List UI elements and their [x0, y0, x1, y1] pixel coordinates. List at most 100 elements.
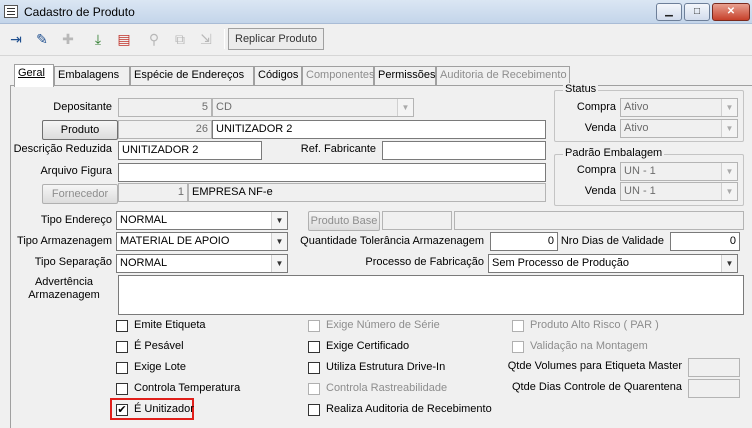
chevron-down-icon: ▼ [397, 99, 413, 116]
delete-record-icon[interactable]: ▤ [112, 27, 136, 51]
checkbox-label: Exige Número de Série [326, 319, 440, 331]
exit-door-icon[interactable]: ⇥ [4, 27, 28, 51]
copy-record-icon[interactable]: ⧉ [168, 27, 192, 51]
tipo-separacao-value: NORMAL [120, 257, 168, 269]
chevron-down-icon: ▼ [271, 212, 287, 229]
ref-fabricante-input[interactable] [382, 141, 546, 160]
checkbox-box[interactable] [116, 341, 128, 353]
depositante-code: 5 [118, 98, 212, 117]
qtde-dias-quarentena-label: Qtde Dias Controle de Quarentena [512, 381, 682, 393]
fornecedor-name: EMPRESA NF-e [188, 183, 546, 202]
checkbox-box[interactable] [116, 320, 128, 332]
maximize-button[interactable]: □ [684, 3, 710, 21]
tab-auditoria-recebimento[interactable]: Auditoria de Recebimento [436, 66, 570, 86]
checkbox-box[interactable] [512, 341, 524, 353]
status-venda-select[interactable]: Ativo ▼ [620, 119, 738, 138]
checkbox-box[interactable] [308, 383, 320, 395]
checkbox-box[interactable]: ✔ [116, 404, 128, 416]
chevron-down-icon: ▼ [271, 255, 287, 272]
arquivo-figura-input[interactable] [118, 163, 546, 182]
tipo-armazenagem-select[interactable]: MATERIAL DE APOIO ▼ [116, 232, 288, 251]
checkbox-box[interactable] [308, 362, 320, 374]
embalagem-venda-label: Venda [584, 185, 616, 197]
checkbox-label: É Pesável [134, 340, 184, 352]
padrao-embalagem-title: Padrão Embalagem [563, 147, 665, 159]
checkbox-box[interactable] [116, 383, 128, 395]
checkbox-box[interactable] [512, 320, 524, 332]
checkbox-label: Exige Certificado [326, 340, 410, 352]
status-compra-select[interactable]: Ativo ▼ [620, 98, 738, 117]
tab-especie-enderecos[interactable]: Espécie de Endereços [130, 66, 254, 86]
produto-base-name [454, 211, 744, 230]
depositante-select[interactable]: CD ▼ [212, 98, 414, 117]
processo-fabricacao-select[interactable]: Sem Processo de Produção ▼ [488, 254, 738, 273]
import-icon[interactable]: ⇲ [194, 27, 218, 51]
binoculars-icon[interactable]: ⚲ [142, 27, 166, 51]
minimize-button[interactable]: ▁ [656, 3, 682, 21]
qtd-tolerancia-input[interactable]: 0 [490, 232, 558, 251]
checkbox-box[interactable] [308, 320, 320, 332]
form-app-icon [4, 5, 18, 18]
add-record-icon[interactable]: ✚ [56, 27, 80, 51]
embalagem-venda-select[interactable]: UN - 1 ▼ [620, 182, 738, 201]
toolbar-separator [224, 29, 225, 49]
processo-fabricacao-label: Processo de Fabricação [365, 256, 484, 268]
chevron-down-icon: ▼ [721, 183, 737, 200]
fornecedor-button[interactable]: Fornecedor [42, 184, 118, 204]
nro-dias-validade-input[interactable]: 0 [670, 232, 740, 251]
checkbox-box[interactable] [116, 362, 128, 374]
checkbox-box[interactable] [308, 404, 320, 416]
eraser-icon[interactable]: ✎ [30, 27, 54, 51]
produto-base-button[interactable]: Produto Base [308, 211, 380, 231]
status-compra-label: Compra [576, 101, 616, 113]
status-venda-value: Ativo [624, 122, 649, 134]
descricao-reduzida-label: Descrição Reduzida [13, 143, 112, 155]
title-bar: Cadastro de Produto ▁ □ ✕ [0, 0, 752, 24]
embalagem-compra-label: Compra [576, 164, 616, 176]
embalagem-compra-select[interactable]: UN - 1 ▼ [620, 162, 738, 181]
fornecedor-code: 1 [118, 183, 188, 202]
checkbox-label: É Unitizador [134, 403, 194, 415]
tab-geral[interactable]: Geral [14, 64, 54, 87]
checkbox-label: Realiza Auditoria de Recebimento [326, 403, 492, 415]
chevron-down-icon: ▼ [721, 255, 737, 272]
descricao-reduzida-input[interactable]: UNITIZADOR 2 [118, 141, 262, 160]
checkbox-label: Validação na Montagem [530, 340, 648, 352]
advertencia-label-line2: Armazenagem [28, 289, 100, 301]
chevron-down-icon: ▼ [721, 120, 737, 137]
qtde-volumes-input[interactable] [688, 358, 740, 377]
processo-fabricacao-value: Sem Processo de Produção [492, 257, 629, 269]
produto-name[interactable]: UNITIZADOR 2 [212, 120, 546, 139]
replicar-produto-button[interactable]: Replicar Produto [228, 28, 324, 50]
checkbox-label: Produto Alto Risco ( PAR ) [530, 319, 659, 331]
status-venda-label: Venda [584, 122, 616, 134]
tipo-endereco-select[interactable]: NORMAL ▼ [116, 211, 288, 230]
tab-permissoes[interactable]: Permissões [374, 66, 436, 86]
produto-base-code [382, 211, 452, 230]
save-icon[interactable]: ⤓ [86, 27, 110, 51]
qtd-tolerancia-label: Quantidade Tolerância Armazenagem [300, 235, 484, 247]
tab-embalagens[interactable]: Embalagens [54, 66, 130, 86]
advertencia-armazenagem-textarea[interactable] [118, 275, 744, 315]
checkbox-box[interactable] [308, 341, 320, 353]
chevron-down-icon: ▼ [721, 163, 737, 180]
produto-button[interactable]: Produto [42, 120, 118, 140]
tipo-endereco-label: Tipo Endereço [40, 214, 112, 226]
qtde-dias-quarentena-input[interactable] [688, 379, 740, 398]
ref-fabricante-label: Ref. Fabricante [300, 143, 376, 155]
checkbox-label: Utiliza Estrutura Drive-In [326, 361, 446, 373]
advertencia-label-line1: Advertência [34, 276, 94, 288]
status-group-title: Status [563, 83, 599, 95]
tipo-separacao-label: Tipo Separação [34, 256, 112, 268]
close-button[interactable]: ✕ [712, 3, 750, 21]
checkbox-label: Exige Lote [134, 361, 186, 373]
embalagem-compra-value: UN - 1 [624, 165, 656, 177]
nro-dias-validade-label: Nro Dias de Validade [560, 235, 664, 247]
tab-componentes[interactable]: Componentes [302, 66, 375, 86]
qtde-volumes-label: Qtde Volumes para Etiqueta Master [507, 360, 682, 372]
checkbox-label: Controla Rastreabilidade [326, 382, 448, 394]
tab-codigos[interactable]: Códigos [254, 66, 302, 86]
tipo-armazenagem-value: MATERIAL DE APOIO [120, 235, 230, 247]
depositante-label: Depositante [53, 101, 112, 113]
tipo-separacao-select[interactable]: NORMAL ▼ [116, 254, 288, 273]
